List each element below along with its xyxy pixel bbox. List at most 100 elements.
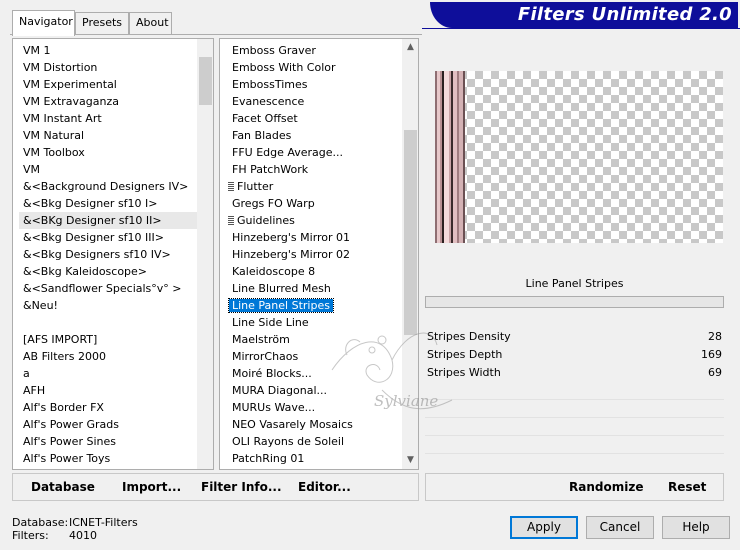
filter-item-label: Line Side Line (232, 316, 309, 329)
category-item[interactable]: VM Extravaganza (19, 93, 199, 110)
filter-item[interactable]: Hinzeberg's Mirror 02 (228, 246, 402, 263)
database-button[interactable]: Database (31, 480, 95, 494)
help-button-label: Help (682, 520, 710, 534)
filter-item-label: Hinzeberg's Mirror 01 (232, 231, 351, 244)
scroll-up-icon[interactable]: ▲ (402, 39, 418, 56)
category-item[interactable]: Alf's Power... (19, 467, 199, 469)
category-item[interactable]: [AFS IMPORT] (19, 331, 199, 348)
filter-item[interactable]: Hinzeberg's Mirror 01 (228, 229, 402, 246)
title-divider (422, 28, 740, 29)
param-value: 28 (708, 330, 722, 343)
watermark-flourish: Sylviane (331, 332, 453, 410)
filter-item[interactable]: OLI Rayons de Soleil (228, 433, 402, 450)
category-scroll-thumb[interactable] (199, 57, 212, 105)
category-item[interactable]: AFH (19, 382, 199, 399)
filter-item-label: Kaleidoscope 8 (232, 265, 316, 278)
editor-button[interactable]: Editor... (298, 480, 351, 494)
filter-item[interactable]: Flutter (228, 178, 402, 195)
filter-item[interactable]: Guidelines (228, 212, 402, 229)
category-item[interactable]: &<Bkg Kaleidoscope> (19, 263, 199, 280)
category-item[interactable]: &Neu! (19, 297, 199, 314)
filter-item[interactable]: Facet Offset (228, 110, 402, 127)
filter-scroll-thumb[interactable] (404, 130, 417, 335)
cancel-button[interactable]: Cancel (586, 516, 654, 539)
category-item[interactable]: &<Bkg Designer sf10 I> (19, 195, 199, 212)
scroll-down-icon[interactable]: ▼ (402, 452, 418, 469)
category-item[interactable]: a (19, 365, 199, 382)
filter-item[interactable]: FH PatchWork (228, 161, 402, 178)
filter-item-label: Hinzeberg's Mirror 02 (232, 248, 351, 261)
tab-navigator[interactable]: Navigator (12, 10, 75, 36)
filter-item-label: Emboss With Color (232, 61, 336, 74)
filter-item[interactable]: PatchRing 01 (228, 450, 402, 467)
filter-item[interactable]: Fan Blades (228, 127, 402, 144)
filter-item-label: Evanescence (232, 95, 305, 108)
randomize-button[interactable]: Randomize (569, 480, 643, 494)
category-item[interactable]: VM Instant Art (19, 110, 199, 127)
category-item[interactable]: Alf's Power Toys (19, 450, 199, 467)
app-title: Filters Unlimited 2.0 (517, 4, 732, 25)
filter-item-label: FH PatchWork (232, 163, 309, 176)
filter-item-label: Pa... (232, 469, 255, 470)
database-info-label: Database: (12, 516, 69, 529)
filter-item-label: Moiré Blocks... (232, 367, 312, 380)
filter-item[interactable]: Kaleidoscope 8 (228, 263, 402, 280)
filter-item[interactable]: FFU Edge Average... (228, 144, 402, 161)
category-item[interactable]: VM Experimental (19, 76, 199, 93)
filter-item-label: Fan Blades (232, 129, 292, 142)
category-item[interactable]: Alf's Border FX (19, 399, 199, 416)
filter-item-label: OLI Rayons de Soleil (232, 435, 345, 448)
filter-item[interactable]: Gregs FO Warp (228, 195, 402, 212)
filter-item[interactable]: Line Panel Stripes (228, 297, 402, 314)
filter-item[interactable]: Emboss With Color (228, 59, 402, 76)
param-value: 169 (701, 348, 722, 361)
category-item[interactable]: &<BKg Designer sf10 II> (19, 212, 199, 229)
filter-item[interactable]: Line Blurred Mesh (228, 280, 402, 297)
category-item[interactable]: AB Filters 2000 (19, 348, 199, 365)
category-item[interactable]: &<Bkg Designer sf10 III> (19, 229, 199, 246)
watermark-text: Sylviane (374, 392, 438, 410)
category-item[interactable]: Alf's Power Grads (19, 416, 199, 433)
folder-marker-icon (228, 216, 234, 225)
category-item[interactable]: VM Distortion (19, 59, 199, 76)
help-button[interactable]: Help (662, 516, 730, 539)
category-item[interactable]: &<Bkg Designers sf10 IV> (19, 246, 199, 263)
category-item[interactable]: VM (19, 161, 199, 178)
preview-transparency (435, 71, 723, 243)
filter-item-label: Flutter (237, 180, 274, 193)
filter-item-label: Line Blurred Mesh (232, 282, 331, 295)
reset-button-label: Reset (668, 480, 707, 494)
category-scrollbar[interactable] (197, 39, 213, 469)
category-item[interactable]: VM 1 (19, 42, 199, 59)
filter-item[interactable]: EmbossTimes (228, 76, 402, 93)
tab-presets-label: Presets (82, 16, 123, 29)
filter-info-button[interactable]: Filter Info... (201, 480, 282, 494)
database-button-label: Database (31, 480, 95, 494)
filter-item-label: MirrorChaos (232, 350, 299, 363)
tab-navigator-label: Navigator (19, 15, 73, 28)
category-item[interactable]: &<Background Designers IV> (19, 178, 199, 195)
filter-item[interactable]: Evanescence (228, 93, 402, 110)
tab-about[interactable]: About (129, 12, 172, 34)
reset-button[interactable]: Reset (668, 480, 706, 494)
filter-name-separator (425, 296, 724, 308)
filter-item-label: MURUs Wave... (232, 401, 316, 414)
category-list[interactable]: VM 1 VM Distortion VM Experimental VM Extra… (12, 38, 214, 470)
filter-item[interactable]: Emboss Graver (228, 42, 402, 59)
category-item[interactable] (19, 314, 199, 331)
filter-info-button-label: Filter Info... (201, 480, 282, 494)
category-item[interactable]: &<Sandflower Specials°v° > (19, 280, 199, 297)
category-item[interactable]: VM Toolbox (19, 144, 199, 161)
folder-marker-icon (228, 182, 234, 191)
filters-count-label: Filters: (12, 529, 49, 542)
current-filter-name: Line Panel Stripes (425, 273, 724, 295)
filter-item[interactable]: Pa... (228, 467, 402, 470)
category-item[interactable]: VM Natural (19, 127, 199, 144)
category-list-items: VM 1 VM Distortion VM Experimental VM Extra… (19, 42, 199, 469)
category-item[interactable]: Alf's Power Sines (19, 433, 199, 450)
tab-presets[interactable]: Presets (75, 12, 129, 34)
apply-button[interactable]: Apply (510, 516, 578, 539)
preview-stripes (435, 71, 465, 243)
database-info-value: ICNET-Filters (69, 516, 138, 529)
import-button[interactable]: Import... (122, 480, 181, 494)
